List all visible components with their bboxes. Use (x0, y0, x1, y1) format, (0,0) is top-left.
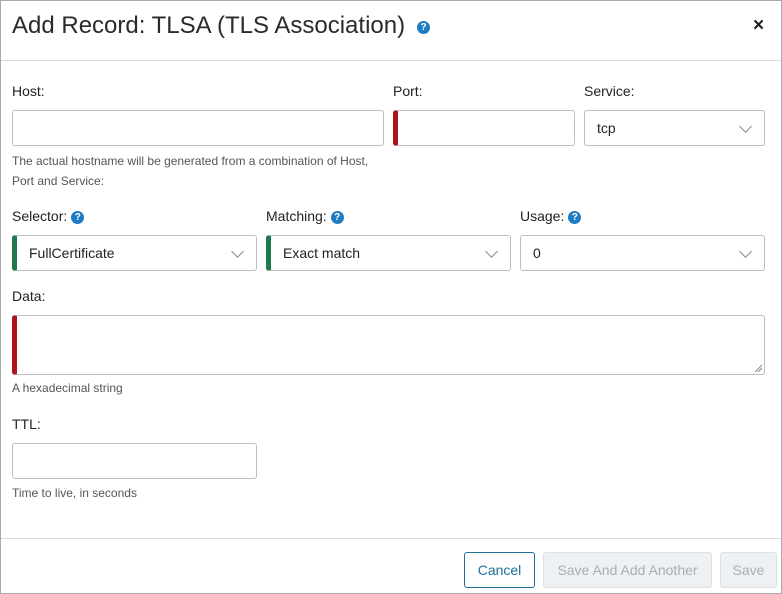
help-icon[interactable]: ? (417, 21, 430, 34)
port-label: Port: (393, 83, 423, 99)
matching-select[interactable]: Exact match (266, 235, 511, 271)
host-input[interactable] (12, 110, 384, 146)
usage-label: Usage:? (520, 208, 582, 224)
chevron-down-icon (739, 120, 752, 133)
selector-label: Selector:? (12, 208, 85, 224)
host-hint: The actual hostname will be generated fr… (12, 154, 369, 188)
ttl-input[interactable] (12, 443, 257, 479)
footer-divider (1, 538, 781, 539)
save-and-add-another-button[interactable]: Save And Add Another (543, 552, 712, 588)
selector-value: FullCertificate (29, 245, 115, 261)
matching-label: Matching:? (266, 208, 344, 224)
help-icon[interactable]: ? (568, 211, 582, 224)
help-icon[interactable]: ? (71, 211, 85, 224)
matching-value: Exact match (283, 245, 361, 261)
service-label: Service: (584, 83, 635, 99)
host-label: Host: (12, 83, 45, 99)
cancel-button[interactable]: Cancel (464, 552, 535, 588)
selector-label-text: Selector: (12, 208, 68, 224)
help-icon[interactable]: ? (330, 211, 344, 224)
port-input[interactable] (393, 110, 575, 146)
service-value: tcp (597, 120, 616, 136)
data-textarea[interactable] (12, 315, 765, 375)
chevron-down-icon (231, 245, 244, 258)
service-select[interactable]: tcp (584, 110, 765, 146)
usage-value: 0 (533, 245, 541, 261)
ttl-label: TTL: (12, 416, 41, 432)
close-icon[interactable]: × (753, 15, 764, 37)
dialog-header: Add Record: TLSA (TLS Association) ? × (1, 1, 781, 61)
selector-select[interactable]: FullCertificate (12, 235, 257, 271)
resize-grip-icon[interactable] (754, 364, 762, 372)
data-hint: A hexadecimal string (12, 381, 123, 395)
chevron-down-icon (485, 245, 498, 258)
matching-label-text: Matching: (266, 208, 327, 224)
save-button[interactable]: Save (720, 552, 777, 588)
ttl-hint: Time to live, in seconds (12, 486, 137, 500)
add-record-dialog: Add Record: TLSA (TLS Association) ? × H… (0, 0, 782, 594)
usage-label-text: Usage: (520, 208, 565, 224)
dialog-title: Add Record: TLSA (TLS Association) (12, 12, 406, 39)
data-label: Data: (12, 288, 46, 304)
chevron-down-icon (739, 245, 752, 258)
usage-select[interactable]: 0 (520, 235, 765, 271)
